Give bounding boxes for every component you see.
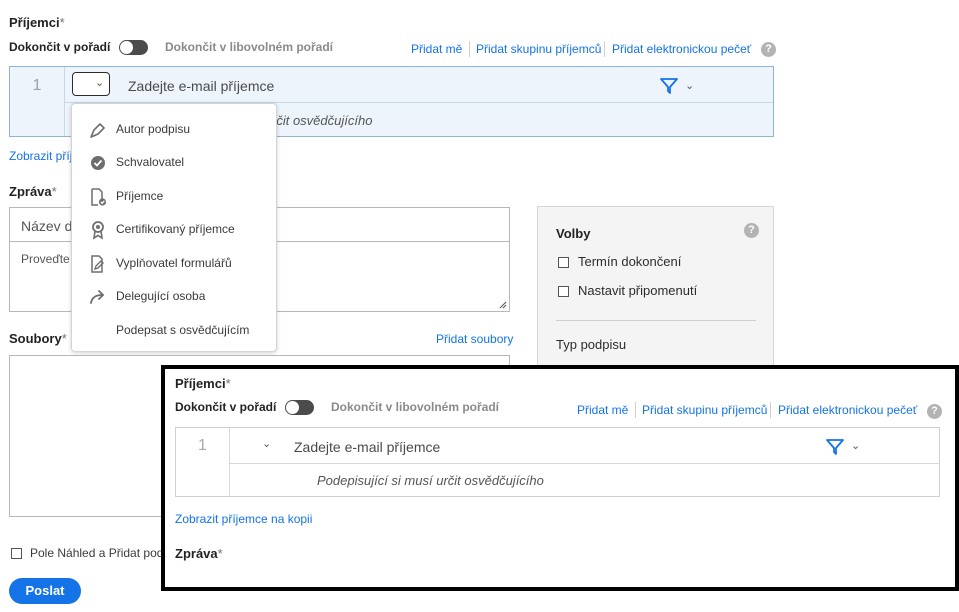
complete-in-order-label: Dokončit v pořadí bbox=[9, 40, 111, 54]
order-toggle[interactable] bbox=[285, 400, 314, 415]
divider bbox=[770, 402, 771, 418]
divider bbox=[229, 428, 230, 496]
approver-check-icon bbox=[91, 156, 105, 170]
menu-item-sign-with-witness[interactable]: Podepsat s osvědčujícím bbox=[72, 314, 277, 347]
divider bbox=[556, 320, 756, 321]
deadline-label: Termín dokončení bbox=[578, 254, 682, 269]
add-recipient-group-link[interactable]: Přidat skupinu příjemců bbox=[642, 403, 767, 417]
files-heading: Soubory* bbox=[9, 331, 67, 346]
reminder-checkbox[interactable] bbox=[558, 286, 569, 297]
menu-item-delegator[interactable]: Delegující osoba bbox=[72, 280, 277, 313]
show-cc-link[interactable]: Zobrazit příj bbox=[9, 149, 72, 163]
add-electronic-seal-link[interactable]: Přidat elektronickou pečeť bbox=[612, 42, 751, 56]
chevron-down-icon: ⌄ bbox=[95, 77, 105, 89]
complete-in-order-label: Dokončit v pořadí bbox=[175, 400, 277, 414]
deadline-checkbox[interactable] bbox=[558, 257, 569, 268]
recipient-email-input[interactable]: Zadejte e-mail příjemce bbox=[294, 439, 440, 455]
pen-icon bbox=[90, 123, 105, 138]
message-heading: Zpráva* bbox=[175, 546, 223, 561]
signature-type-label: Typ podpisu bbox=[556, 337, 627, 352]
chevron-down-icon[interactable]: ⌄ bbox=[685, 79, 694, 92]
show-cc-link[interactable]: Zobrazit příjemce na kopii bbox=[175, 512, 312, 526]
divider bbox=[230, 463, 939, 464]
add-electronic-seal-link[interactable]: Přidat elektronickou pečeť bbox=[778, 403, 917, 417]
acceptor-document-icon bbox=[91, 188, 107, 206]
divider bbox=[604, 41, 605, 57]
recipient-number: 1 bbox=[32, 77, 42, 94]
recipient-row: 1 ⌄ Zadejte e-mail příjemce ⌄ Podepisují… bbox=[175, 427, 940, 497]
complete-any-order-label: Dokončit v libovolném pořadí bbox=[165, 40, 334, 54]
send-button[interactable]: Poslat bbox=[9, 578, 81, 604]
menu-item-certified-recipient[interactable]: Certifikovaný příjemce bbox=[72, 213, 277, 246]
resize-handle-icon[interactable] bbox=[499, 301, 507, 309]
chevron-down-icon[interactable]: ⌄ bbox=[851, 439, 860, 452]
form-filler-icon bbox=[91, 255, 104, 273]
recipient-number: 1 bbox=[198, 437, 207, 454]
delegate-arrow-icon bbox=[90, 290, 105, 304]
options-heading: Volby bbox=[556, 226, 591, 241]
help-icon[interactable]: ? bbox=[761, 42, 776, 57]
filter-icon[interactable] bbox=[825, 438, 845, 459]
zoom-inset: Příjemci* Dokončit v pořadí Dokončit v l… bbox=[161, 365, 959, 591]
preview-fields-label: Pole Náhled a Přidat podp bbox=[30, 546, 171, 560]
message-heading: Zpráva* bbox=[9, 184, 57, 199]
recipient-email-input[interactable]: Zadejte e-mail příjemce bbox=[128, 78, 274, 94]
recipients-heading: Příjemci* bbox=[175, 376, 231, 391]
help-icon[interactable]: ? bbox=[744, 223, 759, 238]
add-recipient-group-link[interactable]: Přidat skupinu příjemců bbox=[476, 42, 601, 56]
help-icon[interactable]: ? bbox=[927, 404, 942, 419]
order-toggle[interactable] bbox=[119, 40, 148, 55]
divider bbox=[469, 41, 470, 57]
add-me-link[interactable]: Přidat mě bbox=[411, 42, 462, 56]
filter-icon[interactable] bbox=[659, 77, 679, 98]
certified-ribbon-icon bbox=[92, 221, 104, 240]
menu-item-acceptor[interactable]: Příjemce bbox=[72, 180, 277, 213]
divider bbox=[635, 402, 636, 418]
preview-fields-checkbox[interactable] bbox=[11, 548, 22, 559]
role-dropdown-menu: Autor podpisu Schvalovatel Příjemce Cert… bbox=[71, 103, 277, 352]
menu-item-form-filler[interactable]: Vyplňovatel formulářů bbox=[72, 247, 277, 280]
add-files-link[interactable]: Přidat soubory bbox=[436, 332, 513, 346]
signer-note: rčit osvědčujícího bbox=[272, 113, 373, 128]
menu-item-signer[interactable]: Autor podpisu bbox=[72, 113, 277, 146]
recipients-heading: Příjemci* bbox=[9, 15, 65, 30]
menu-item-approver[interactable]: Schvalovatel bbox=[72, 146, 277, 179]
add-me-link[interactable]: Přidat mě bbox=[577, 403, 628, 417]
complete-any-order-label: Dokončit v libovolném pořadí bbox=[331, 400, 500, 414]
role-selector[interactable]: ⌄ bbox=[72, 72, 110, 96]
reminder-label: Nastavit připomenutí bbox=[578, 283, 698, 298]
options-panel: Volby ? Termín dokončení Nastavit připom… bbox=[537, 206, 774, 376]
chevron-down-icon[interactable]: ⌄ bbox=[262, 437, 271, 450]
signer-note: Podepisující si musí určit osvědčujícího bbox=[317, 473, 544, 488]
